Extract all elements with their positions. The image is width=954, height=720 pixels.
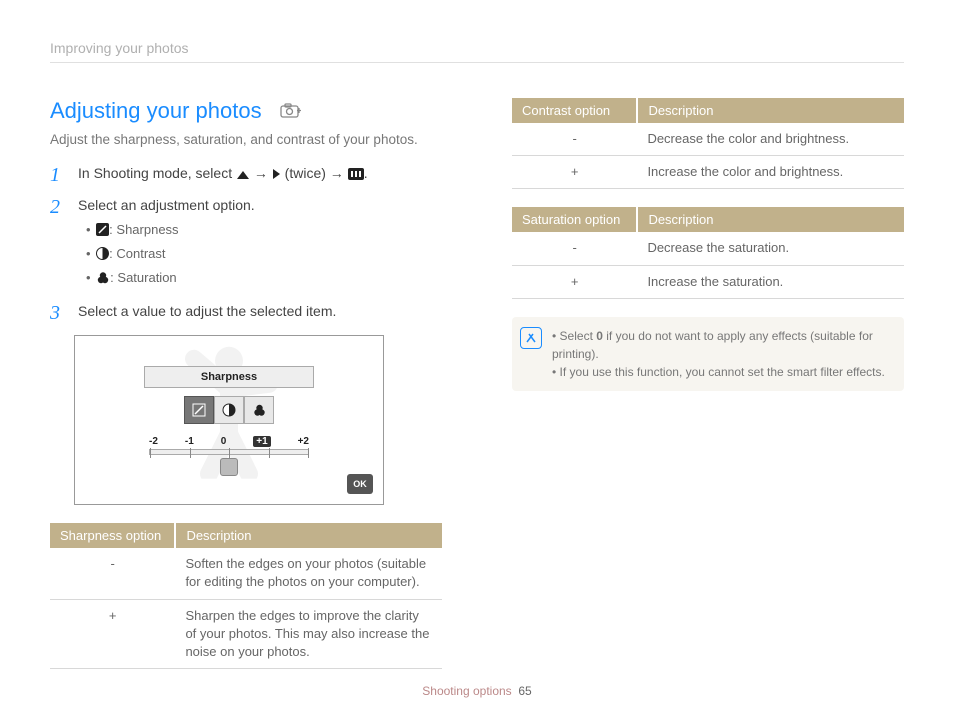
tick-label-active: +1 (253, 436, 270, 447)
note-icon (520, 327, 542, 349)
table-row: + Increase the saturation. (512, 265, 904, 298)
table-header: Saturation option (512, 207, 637, 232)
table-header: Description (637, 98, 904, 123)
left-column: Adjusting your photos Adjust the sharpne… (50, 98, 442, 687)
table-row: - Decrease the color and brightness. (512, 123, 904, 156)
step-number: 2 (50, 197, 68, 291)
step-2-body: Select an adjustment option. : Sharpness… (78, 197, 442, 291)
table-header: Description (637, 207, 904, 232)
option-saturation: : Saturation (78, 267, 442, 291)
section-title: Adjusting your photos (50, 98, 442, 124)
table-row: + Sharpen the edges to improve the clari… (50, 599, 442, 669)
step-2: 2 Select an adjustment option. : Sharpne… (50, 197, 442, 291)
contrast-table: Contrast option Description - Decrease t… (512, 98, 904, 189)
sharpness-table: Sharpness option Description - Soften th… (50, 523, 442, 669)
slider-knob[interactable] (220, 458, 238, 476)
step-number: 1 (50, 165, 68, 185)
intro-text: Adjust the sharpness, saturation, and co… (50, 132, 442, 147)
step-1-body: In Shooting mode, select → (twice) → . (78, 165, 442, 185)
right-column: Contrast option Description - Decrease t… (512, 98, 904, 687)
adjustment-slider[interactable]: -2 -1 0 +1 +2 (149, 436, 309, 455)
tick-label: 0 (221, 436, 227, 447)
tick-label: -1 (185, 436, 194, 447)
contrast-icon (96, 245, 109, 267)
note-line: If you use this function, you cannot set… (552, 363, 890, 381)
up-arrow-icon (236, 167, 250, 183)
saturation-icon (96, 269, 110, 291)
step-number: 3 (50, 303, 68, 323)
table-header: Contrast option (512, 98, 637, 123)
adjustment-screen-diagram: Sharpness -2 -1 0 +1 +2 (74, 335, 384, 505)
saturation-table: Saturation option Description - Decrease… (512, 207, 904, 298)
saturation-tab[interactable] (244, 396, 274, 424)
adjustment-icon-row (184, 396, 274, 424)
step-3-body: Select a value to adjust the selected it… (78, 303, 442, 323)
tick-label: +2 (298, 436, 309, 447)
ok-button[interactable]: OK (347, 474, 373, 494)
sharpness-tab[interactable] (184, 396, 214, 424)
step-1: 1 In Shooting mode, select → (twice) → . (50, 165, 442, 185)
step-3: 3 Select a value to adjust the selected … (50, 303, 442, 323)
option-sharpness: : Sharpness (78, 219, 442, 243)
note-box: Select 0 if you do not want to apply any… (512, 317, 904, 391)
camera-plus-icon (280, 98, 302, 124)
option-contrast: : Contrast (78, 243, 442, 267)
table-row: + Increase the color and brightness. (512, 156, 904, 189)
adjustment-label: Sharpness (144, 366, 314, 388)
page-header: Improving your photos (50, 40, 904, 63)
note-line: Select 0 if you do not want to apply any… (552, 327, 890, 363)
page-number: 65 (518, 684, 531, 698)
table-row: - Soften the edges on your photos (suita… (50, 548, 442, 599)
table-header: Description (175, 523, 442, 548)
adjust-menu-icon (348, 167, 364, 183)
footer-section: Shooting options (422, 684, 511, 698)
contrast-tab[interactable] (214, 396, 244, 424)
title-text: Adjusting your photos (50, 98, 262, 124)
table-row: - Decrease the saturation. (512, 232, 904, 265)
sharpness-icon (96, 221, 109, 243)
right-chevron-icon (272, 167, 281, 183)
tick-label: -2 (149, 436, 158, 447)
page-footer: Shooting options 65 (0, 684, 954, 698)
table-header: Sharpness option (50, 523, 175, 548)
